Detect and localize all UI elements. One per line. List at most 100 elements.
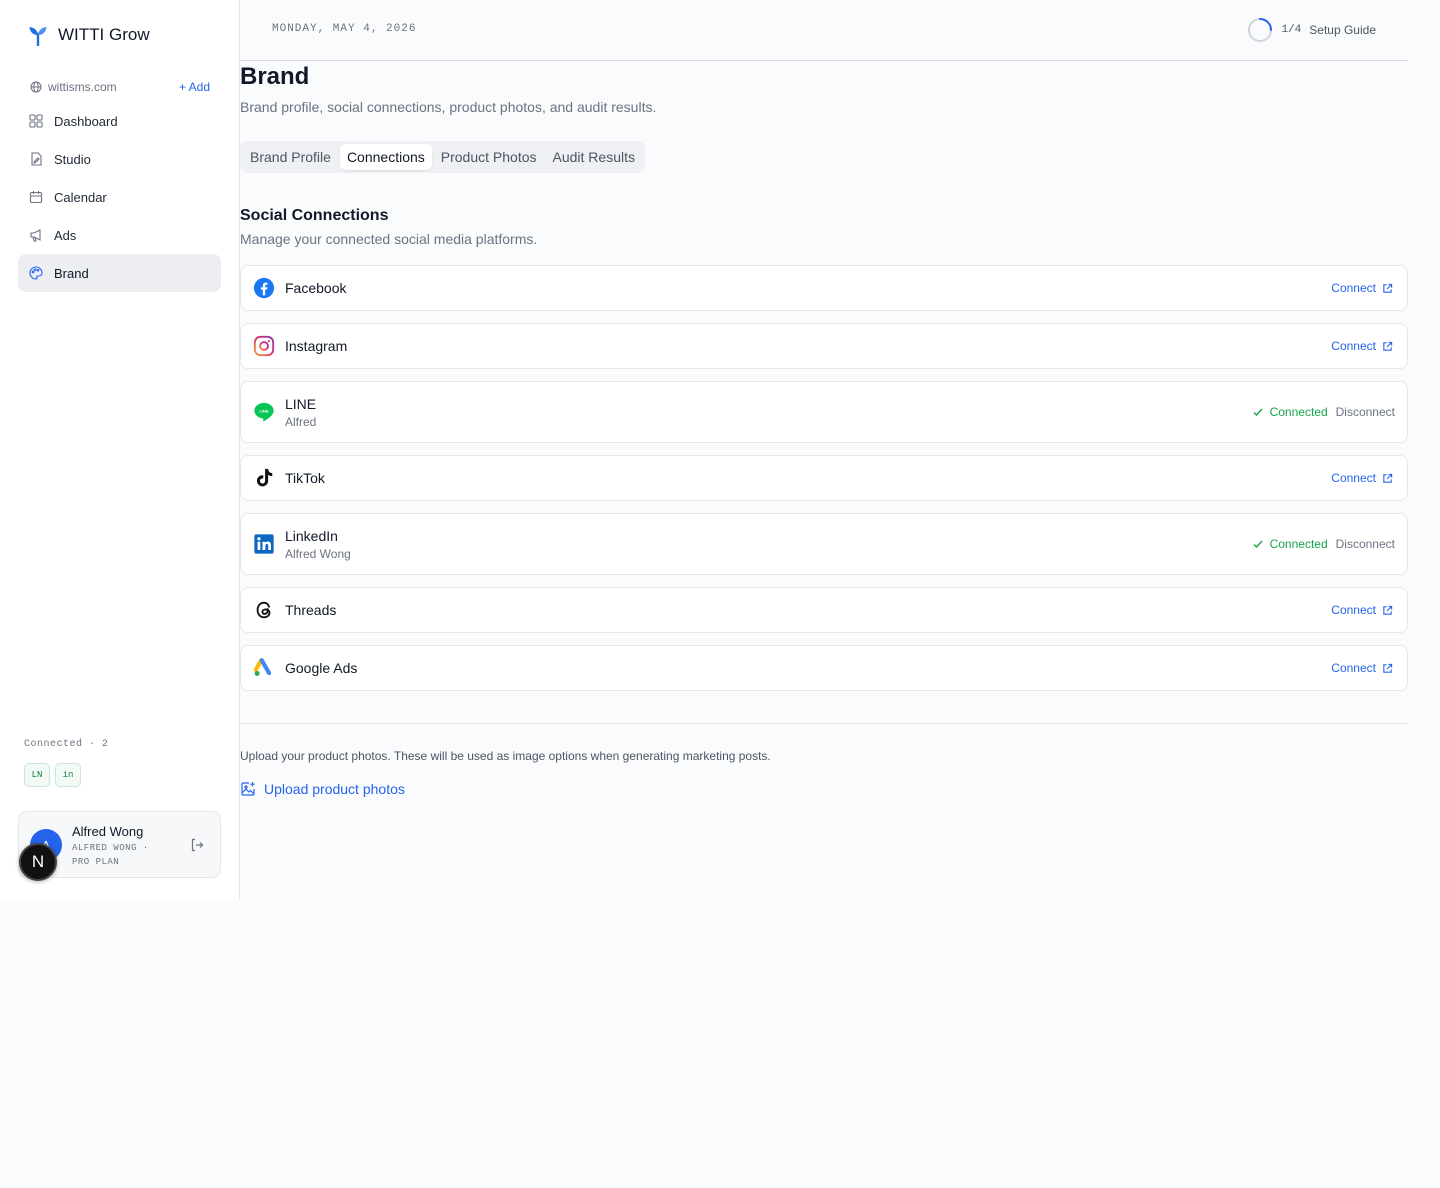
megaphone-icon	[30, 229, 41, 242]
add-domain-button[interactable]: + Add	[179, 80, 210, 94]
external-link-icon	[1383, 341, 1393, 351]
threads-icon	[256, 601, 271, 619]
sidebar-nav: Dashboard Studio Calendar Ads Brand	[18, 102, 221, 292]
section-title: Social Connections	[240, 207, 389, 224]
platform-row-google-ads: Google Ads Connect	[240, 645, 1408, 691]
domain-selector[interactable]: wittisms.com	[30, 80, 117, 94]
sidebar-item-calendar[interactable]: Calendar	[18, 178, 221, 216]
sidebar: WITTI Grow wittisms.com + Add Dashboard …	[0, 0, 240, 900]
check-icon	[1253, 540, 1263, 549]
platform-account: Alfred Wong	[285, 547, 351, 561]
sidebar-item-label: Dashboard	[54, 113, 118, 129]
connected-status: Connected	[1252, 537, 1328, 551]
sidebar-item-ads[interactable]: Ads	[18, 216, 221, 254]
platform-account: Alfred	[285, 415, 317, 429]
tab-connections[interactable]: Connections	[339, 144, 432, 170]
setup-guide-label: Setup Guide	[1309, 23, 1376, 37]
platform-row-tiktok: TikTok Connect	[240, 455, 1408, 501]
tab-audit-results[interactable]: Audit Results	[546, 144, 642, 170]
upload-label: Upload product photos	[264, 781, 405, 797]
connected-badge-line: LN	[24, 763, 50, 787]
tab-product-photos[interactable]: Product Photos	[434, 144, 544, 170]
disconnect-line-button[interactable]: Disconnect	[1336, 405, 1395, 419]
studio-icon	[31, 152, 42, 166]
svg-text:LINE: LINE	[260, 409, 269, 414]
dashboard-icon	[29, 114, 43, 128]
platform-name: TikTok	[285, 470, 325, 486]
connected-count-label: Connected · 2	[24, 739, 109, 750]
platform-status: Connected Disconnect	[1252, 405, 1395, 419]
setup-progress: 1/4	[1281, 24, 1302, 36]
current-date: MONDAY, MAY 4, 2026	[272, 23, 417, 35]
upload-product-photos-button[interactable]: Upload product photos	[240, 781, 405, 797]
platform-row-threads: Threads Connect	[240, 587, 1408, 633]
setup-guide-button[interactable]: 1/4 Setup Guide	[1247, 17, 1376, 43]
disconnect-linkedin-button[interactable]: Disconnect	[1336, 537, 1395, 551]
platform-status: Connected Disconnect	[1252, 537, 1395, 551]
connect-google-ads-button[interactable]: Connect	[1331, 661, 1393, 675]
tab-brand-profile[interactable]: Brand Profile	[243, 144, 338, 170]
instagram-icon	[253, 335, 275, 357]
dev-indicator-badge[interactable]: N	[19, 843, 57, 881]
connected-label: Connected	[1269, 537, 1328, 551]
connect-facebook-button[interactable]: Connect	[1331, 281, 1393, 295]
sprout-logo-icon	[29, 27, 47, 46]
domain-row: wittisms.com + Add	[30, 80, 210, 94]
external-link-icon	[1383, 663, 1393, 673]
product-photos-description: Upload your product photos. These will b…	[240, 749, 771, 763]
connected-status: Connected	[1252, 405, 1328, 419]
page-title: Brand	[240, 63, 310, 90]
connected-label: Connected	[1269, 405, 1328, 419]
external-link-icon	[1383, 605, 1393, 615]
sidebar-item-label: Brand	[54, 265, 89, 281]
linkedin-icon	[254, 534, 274, 554]
connect-instagram-button[interactable]: Connect	[1331, 339, 1393, 353]
facebook-icon	[253, 277, 275, 299]
section-subtitle: Manage your connected social media platf…	[240, 231, 538, 247]
sidebar-item-dashboard[interactable]: Dashboard	[18, 102, 221, 140]
app-name: WITTI Grow	[58, 25, 150, 44]
sidebar-item-label: Calendar	[54, 189, 107, 205]
sidebar-item-studio[interactable]: Studio	[18, 140, 221, 178]
check-icon	[1253, 408, 1263, 417]
calendar-icon	[29, 191, 43, 204]
connected-badge-linkedin: in	[55, 763, 81, 787]
user-name: Alfred Wong	[72, 824, 144, 839]
line-icon: LINE	[254, 402, 274, 422]
top-bar: MONDAY, MAY 4, 2026 1/4 Setup Guide	[240, 0, 1408, 61]
connect-threads-button[interactable]: Connect	[1331, 603, 1393, 617]
platform-row-facebook: Facebook Connect	[240, 265, 1408, 311]
connect-label: Connect	[1331, 661, 1376, 675]
user-plan: ALFRED WONG · PRO PLAN	[72, 843, 149, 867]
brand-tabs: Brand Profile Connections Product Photos…	[240, 141, 645, 173]
external-link-icon	[1383, 283, 1393, 293]
connect-tiktok-button[interactable]: Connect	[1331, 471, 1393, 485]
google-ads-icon	[253, 658, 272, 676]
connect-label: Connect	[1331, 339, 1376, 353]
section-divider	[240, 723, 1408, 724]
domain-label: wittisms.com	[48, 80, 117, 94]
logout-icon[interactable]	[190, 838, 204, 852]
globe-icon	[30, 81, 42, 93]
platform-row-instagram: Instagram Connect	[240, 323, 1408, 369]
tiktok-icon	[256, 468, 273, 487]
platform-name: LINE	[285, 396, 317, 412]
connect-label: Connect	[1331, 471, 1376, 485]
app-logo[interactable]: WITTI Grow	[28, 24, 150, 46]
sidebar-item-brand[interactable]: Brand	[18, 254, 221, 292]
platform-name: Threads	[285, 602, 337, 618]
platform-name: Instagram	[285, 338, 348, 354]
platform-name: LinkedIn	[285, 528, 338, 544]
connect-label: Connect	[1331, 603, 1376, 617]
connected-badges: LN in	[24, 763, 81, 787]
sidebar-item-label: Studio	[54, 151, 91, 167]
platform-row-line: LINE LINE Alfred Connected Disconnect	[240, 381, 1408, 443]
sidebar-item-label: Ads	[54, 227, 77, 243]
external-link-icon	[1383, 473, 1393, 483]
platform-name: Google Ads	[285, 660, 358, 676]
platform-row-linkedin: LinkedIn Alfred Wong Connected Disconnec…	[240, 513, 1408, 575]
platform-name: Facebook	[285, 280, 347, 296]
image-upload-icon	[241, 782, 255, 796]
palette-icon	[29, 266, 43, 280]
page-subtitle: Brand profile, social connections, produ…	[240, 99, 657, 115]
